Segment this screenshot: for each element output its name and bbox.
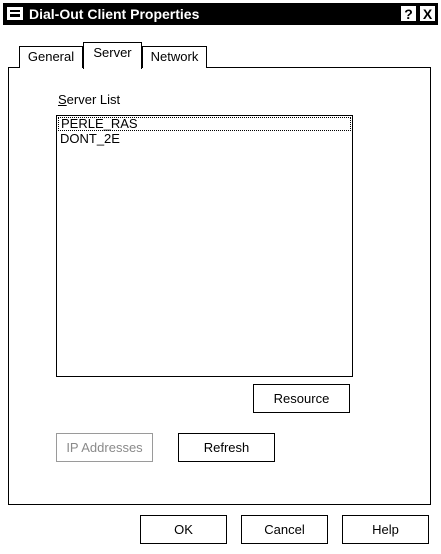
help-icon[interactable]: ? — [400, 5, 417, 22]
tab-server[interactable]: Server — [83, 42, 142, 69]
window-title: Dial-Out Client Properties — [29, 6, 200, 22]
tab-network[interactable]: Network — [142, 46, 207, 68]
server-list[interactable]: PERLE_RAS DONT_2E — [56, 115, 353, 377]
help-button[interactable]: Help — [342, 515, 429, 544]
ok-button[interactable]: OK — [140, 515, 227, 544]
close-icon[interactable]: X — [419, 5, 436, 22]
list-item[interactable]: DONT_2E — [57, 132, 352, 146]
refresh-button[interactable]: Refresh — [178, 433, 275, 462]
server-list-label-accelerator: S — [58, 92, 67, 107]
ip-addresses-button[interactable]: IP Addresses — [56, 433, 153, 462]
application-icon — [7, 7, 23, 20]
list-item[interactable]: PERLE_RAS — [58, 117, 351, 131]
dialog-window: Dial-Out Client Properties ? X General S… — [0, 0, 441, 554]
server-list-label-text: erver List — [66, 92, 121, 107]
server-list-label: Server List — [58, 92, 120, 108]
cancel-button[interactable]: Cancel — [241, 515, 328, 544]
title-bar[interactable]: Dial-Out Client Properties ? X — [3, 3, 438, 25]
resource-button[interactable]: Resource — [253, 384, 350, 413]
tab-general[interactable]: General — [19, 46, 83, 68]
